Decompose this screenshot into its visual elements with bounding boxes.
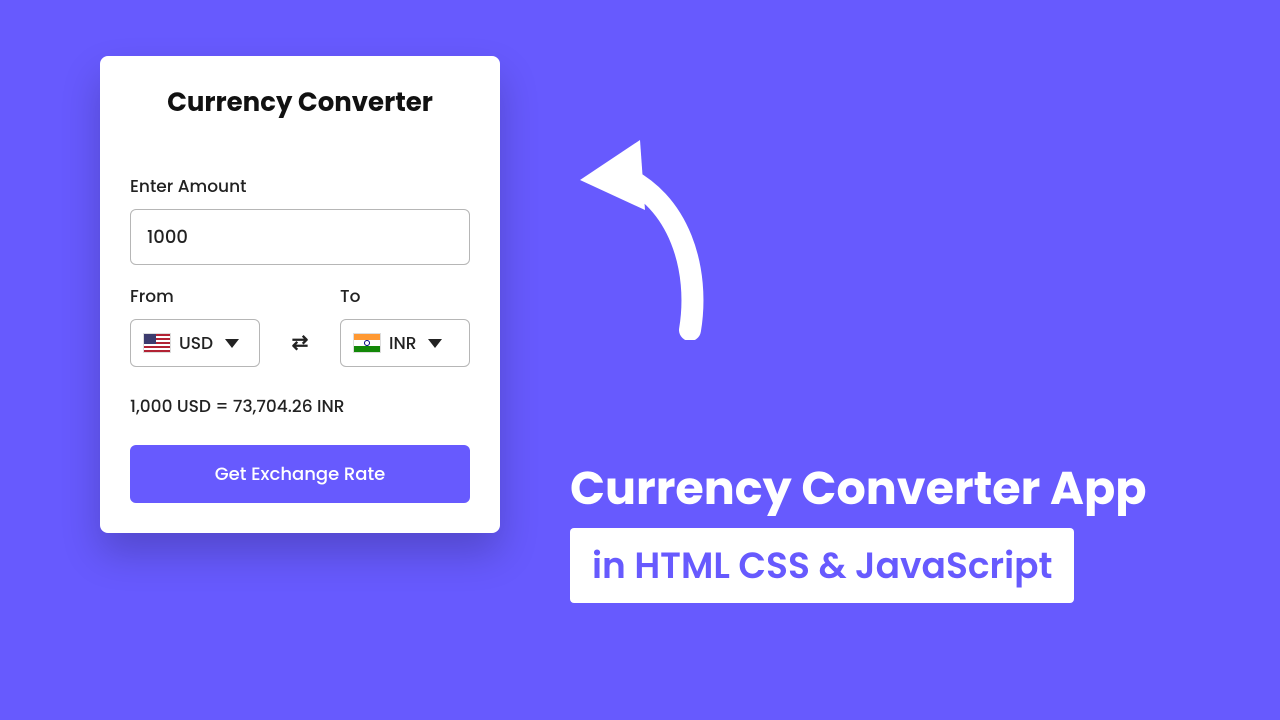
currency-row: From USD ⇄ To INR	[130, 283, 470, 367]
to-currency-select[interactable]: INR	[340, 319, 470, 367]
amount-label: Enter Amount	[130, 173, 470, 199]
amount-input[interactable]	[130, 209, 470, 265]
hero-title: Currency Converter App	[570, 455, 1146, 524]
converter-card: Currency Converter Enter Amount From USD…	[100, 56, 500, 533]
us-flag-icon	[143, 333, 171, 353]
from-column: From USD	[130, 283, 260, 367]
chevron-down-icon	[428, 339, 442, 348]
to-column: To INR	[340, 283, 470, 367]
chevron-down-icon	[225, 339, 239, 348]
swap-button[interactable]: ⇄	[288, 327, 313, 367]
from-label: From	[130, 283, 260, 309]
to-label: To	[340, 283, 470, 309]
curved-arrow-icon	[570, 120, 740, 340]
from-currency-select[interactable]: USD	[130, 319, 260, 367]
get-rate-button[interactable]: Get Exchange Rate	[130, 445, 470, 503]
to-currency-code: INR	[389, 330, 417, 356]
in-flag-icon	[353, 333, 381, 353]
card-title: Currency Converter	[130, 84, 470, 123]
exchange-result: 1,000 USD = 73,704.26 INR	[130, 393, 470, 419]
from-currency-code: USD	[179, 330, 213, 356]
hero-subtitle: in HTML CSS & JavaScript	[570, 528, 1074, 603]
